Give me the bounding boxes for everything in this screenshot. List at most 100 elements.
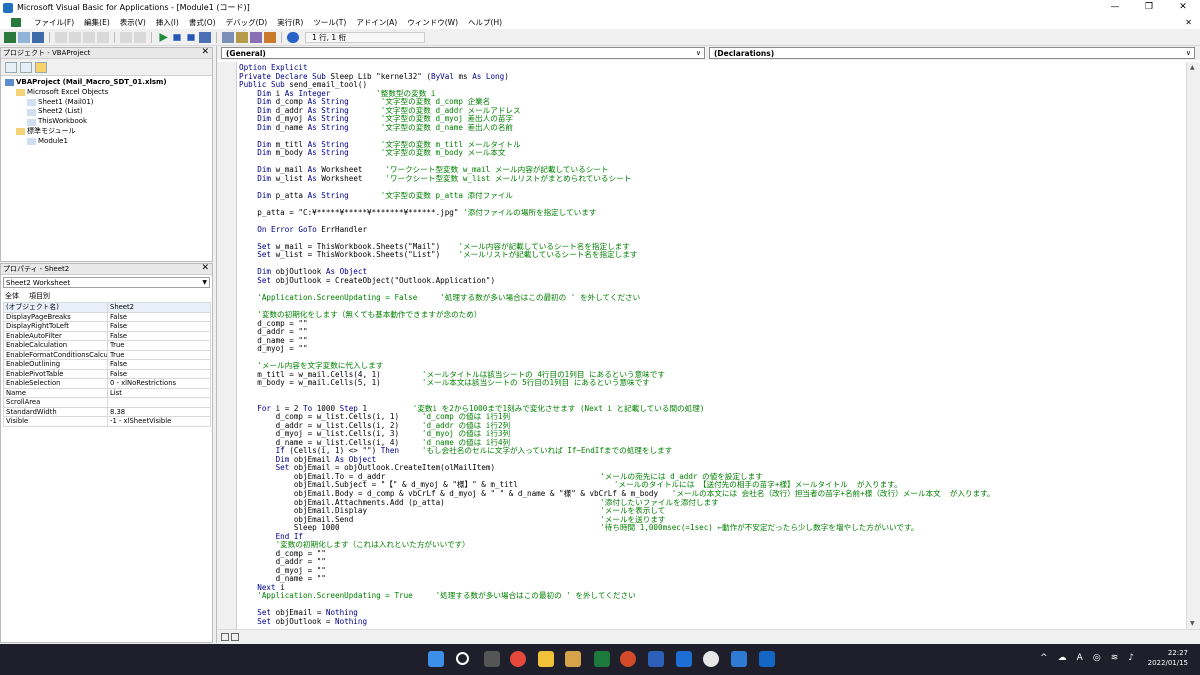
menu-addins[interactable]: アドイン(A)	[351, 17, 402, 28]
trello-icon[interactable]	[676, 651, 692, 667]
tree-node[interactable]: Module1	[5, 137, 212, 147]
property-value[interactable]: False	[107, 321, 211, 332]
property-value[interactable]: Sheet2	[107, 302, 211, 313]
tree-node[interactable]: VBAProject (Mail_Macro_SDT_01.xlsm)	[5, 78, 212, 88]
cloud-icon[interactable]: ☁	[1058, 653, 1067, 663]
property-row[interactable]: Name List	[3, 387, 211, 398]
procedure-view-icon[interactable]	[221, 633, 229, 641]
clock-circle-icon[interactable]: ◎	[1093, 653, 1101, 663]
insert-module-icon[interactable]	[18, 32, 30, 43]
properties-icon[interactable]	[236, 32, 248, 43]
property-value[interactable]: List	[107, 387, 211, 398]
menu-format[interactable]: 書式(O)	[184, 17, 221, 28]
design-mode-icon[interactable]	[199, 32, 211, 43]
tab-alphabetic[interactable]: 全体	[5, 291, 19, 301]
scroll-down-icon[interactable]: ▼	[1190, 620, 1195, 627]
property-row[interactable]: EnableAutoFilter False	[3, 330, 211, 341]
powerpoint-icon[interactable]	[620, 651, 636, 667]
chrome-icon[interactable]	[510, 651, 526, 667]
property-value[interactable]: False	[107, 368, 211, 379]
menu-edit[interactable]: 編集(E)	[79, 17, 115, 28]
property-row[interactable]: ScrollArea	[3, 397, 211, 408]
property-value[interactable]: True	[107, 340, 211, 351]
property-row[interactable]: EnableCalculation True	[3, 340, 211, 351]
menu-insert[interactable]: 挿入(I)	[151, 17, 184, 28]
property-row[interactable]: Visible -1 - xlSheetVisible	[3, 416, 211, 427]
view-object-icon[interactable]	[20, 61, 32, 73]
property-value[interactable]: -1 - xlSheetVisible	[107, 416, 211, 427]
property-value[interactable]: False	[107, 311, 211, 322]
menu-run[interactable]: 実行(R)	[272, 17, 308, 28]
object-dropdown[interactable]: Sheet2 Worksheet ▼	[3, 277, 210, 288]
toggle-folders-icon[interactable]	[35, 61, 47, 73]
minimize-button[interactable]: —	[1098, 0, 1132, 15]
search-icon[interactable]	[456, 652, 469, 665]
object-combo[interactable]: (General) ∨	[221, 47, 705, 59]
tree-node[interactable]: ThisWorkbook	[5, 117, 212, 127]
tray-chevron-icon[interactable]: ^	[1040, 653, 1048, 663]
color-picker-icon[interactable]	[703, 651, 719, 667]
undo-icon[interactable]	[120, 32, 132, 43]
project-close-button[interactable]: ✕	[201, 47, 209, 58]
tree-node[interactable]: Sheet1 (Mail01)	[5, 98, 212, 108]
redo-icon[interactable]	[134, 32, 146, 43]
reset-icon[interactable]	[187, 34, 195, 41]
property-row[interactable]: EnableSelection 0 - xlNoRestrictions	[3, 378, 211, 389]
save-icon[interactable]	[32, 32, 44, 43]
menu-window[interactable]: ウィンドウ(W)	[402, 17, 463, 28]
vertical-scrollbar[interactable]: ▲ ▼	[1186, 62, 1200, 629]
help-icon[interactable]	[287, 32, 299, 43]
excel-view-icon[interactable]	[6, 17, 29, 27]
module-close-button[interactable]: ✕	[1185, 18, 1192, 27]
horizontal-scrollbar[interactable]	[217, 629, 1200, 643]
property-value[interactable]: 8.38	[107, 406, 211, 417]
paint-icon[interactable]	[565, 651, 581, 667]
tree-node[interactable]: Microsoft Excel Objects	[5, 88, 212, 98]
find-icon[interactable]	[97, 32, 109, 43]
project-explorer-icon[interactable]	[222, 32, 234, 43]
tree-node[interactable]: 標準モジュール	[5, 127, 212, 137]
object-browser-icon[interactable]	[250, 32, 262, 43]
task-view-icon[interactable]	[484, 651, 500, 667]
close-button[interactable]: ✕	[1166, 0, 1200, 15]
view-excel-icon[interactable]	[4, 32, 16, 43]
property-row[interactable]: EnableOutlining False	[3, 359, 211, 370]
property-row[interactable]: StandardWidth 8.38	[3, 406, 211, 417]
break-icon[interactable]	[173, 34, 181, 41]
property-value[interactable]: False	[107, 359, 211, 370]
property-value[interactable]	[107, 397, 211, 408]
property-row[interactable]: DisplayRightToLeft False	[3, 321, 211, 332]
volume-icon[interactable]: ♪	[1128, 653, 1134, 663]
menu-help[interactable]: ヘルプ(H)	[463, 17, 507, 28]
view-code-icon[interactable]	[5, 61, 17, 73]
menu-debug[interactable]: デバッグ(D)	[221, 17, 273, 28]
menu-file[interactable]: ファイル(F)	[29, 17, 79, 28]
tab-categorized[interactable]: 項目別	[29, 291, 50, 301]
toolbox-icon[interactable]	[264, 32, 276, 43]
property-row[interactable]: EnablePivotTable False	[3, 368, 211, 379]
tree-node[interactable]: Sheet2 (List)	[5, 107, 212, 117]
procedure-combo[interactable]: (Declarations) ∨	[709, 47, 1195, 59]
calculator-icon[interactable]	[731, 651, 747, 667]
paste-icon[interactable]	[83, 32, 95, 43]
cut-icon[interactable]	[55, 32, 67, 43]
property-value[interactable]: True	[107, 349, 211, 360]
property-value[interactable]: 0 - xlNoRestrictions	[107, 378, 211, 389]
full-module-view-icon[interactable]	[231, 633, 239, 641]
copy-icon[interactable]	[69, 32, 81, 43]
menu-tools[interactable]: ツール(T)	[308, 17, 351, 28]
property-row[interactable]: (オブジェクト名) Sheet2	[3, 302, 211, 313]
run-icon[interactable]	[159, 33, 168, 42]
menu-view[interactable]: 表示(V)	[115, 17, 151, 28]
property-row[interactable]: EnableFormatConditionsCalculat True	[3, 349, 211, 360]
margin-indicator-bar[interactable]	[217, 62, 237, 629]
property-row[interactable]: DisplayPageBreaks False	[3, 311, 211, 322]
word-icon[interactable]	[648, 651, 664, 667]
excel-icon[interactable]	[594, 651, 610, 667]
properties-close-button[interactable]: ✕	[201, 263, 209, 274]
maximize-button[interactable]: ❐	[1132, 0, 1166, 15]
code-editor[interactable]: Option Explicit Private Declare Sub Sleep…	[239, 62, 1183, 629]
ime-indicator[interactable]: A	[1077, 653, 1083, 663]
wifi-icon[interactable]: ≋	[1111, 653, 1119, 663]
file-explorer-icon[interactable]	[538, 651, 554, 667]
